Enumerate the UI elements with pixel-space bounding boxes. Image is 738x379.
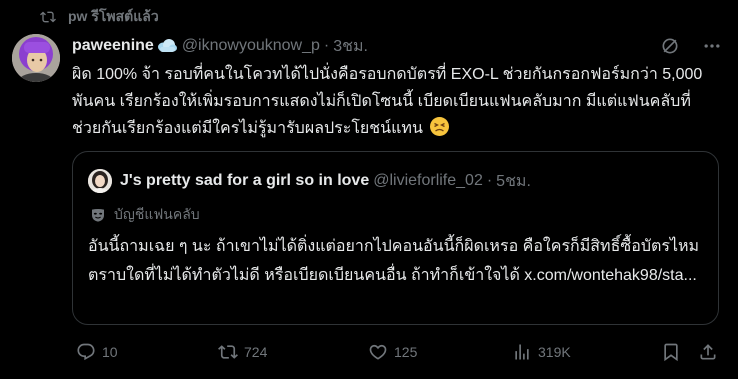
view-count: 319K [538, 344, 571, 360]
tweet-text-content: ผิด 100% จ้า รอบที่คนในโควทได้ไปนั่งคือร… [72, 66, 703, 137]
fan-account-text: บัญชีแฟนคลับ [114, 206, 200, 222]
tweet-timestamp[interactable]: 3ชม. [333, 34, 368, 59]
repost-icon [218, 342, 238, 362]
repost-button[interactable]: 724 [218, 342, 267, 362]
quoted-tweet-header: J's pretty sad for a girl so in love @li… [88, 169, 531, 193]
quoted-tweet-text: อันนี้ถามเฉย ๆ นะ ถ้าเขาไม่ได้ติ่งแต่อยา… [88, 238, 700, 284]
action-bar: 10 724 125 319K [72, 340, 722, 364]
like-button[interactable]: 125 [368, 342, 417, 362]
slash-circle-icon[interactable] [660, 36, 680, 56]
repost-icon [40, 9, 68, 25]
header-actions [660, 34, 722, 58]
tweet-header: paweenine @iknowyouknow_p · 3ชม. [72, 34, 722, 58]
repost-count: 724 [244, 344, 268, 360]
quoted-timestamp[interactable]: 5ชม. [496, 169, 531, 194]
repost-context-label[interactable]: pw รีโพสต์แล้ว [68, 6, 159, 28]
mask-icon [90, 207, 114, 223]
like-count: 125 [394, 344, 418, 360]
cloud-emoji-icon [156, 37, 178, 55]
quoted-avatar[interactable] [88, 169, 112, 193]
reply-button[interactable]: 10 [76, 342, 118, 362]
author-handle[interactable]: @iknowyouknow_p [182, 37, 320, 55]
heart-icon [368, 342, 388, 362]
quoted-handle[interactable]: @livieforlife_02 [373, 172, 483, 190]
tweet-text: ผิด 100% จ้า รอบที่คนในโควทได้ไปนั่งคือร… [72, 61, 712, 142]
reply-icon [76, 342, 96, 362]
avatar[interactable] [12, 34, 60, 82]
bookmark-button[interactable] [661, 342, 681, 362]
repost-context[interactable]: pw รีโพสต์แล้ว [40, 6, 159, 28]
quoted-display-name[interactable]: J's pretty sad for a girl so in love [120, 172, 369, 190]
author-display-name[interactable]: paweenine [72, 37, 154, 55]
views-button[interactable]: 319K [512, 342, 571, 362]
reply-count: 10 [102, 344, 118, 360]
fan-account-label: บัญชีแฟนคลับ [90, 204, 200, 226]
share-icon [698, 342, 718, 362]
tweet-card[interactable]: pw รีโพสต์แล้ว paweenine @iknowyouknow_p… [0, 0, 738, 379]
bookmark-icon [661, 342, 681, 362]
share-button[interactable] [698, 342, 718, 362]
separator-dot: · [323, 37, 330, 54]
views-icon [512, 342, 532, 362]
persevering-face-icon [430, 117, 450, 136]
separator-dot: · [486, 172, 493, 189]
quoted-tweet[interactable]: J's pretty sad for a girl so in love @li… [72, 151, 719, 325]
more-icon[interactable] [702, 36, 722, 56]
